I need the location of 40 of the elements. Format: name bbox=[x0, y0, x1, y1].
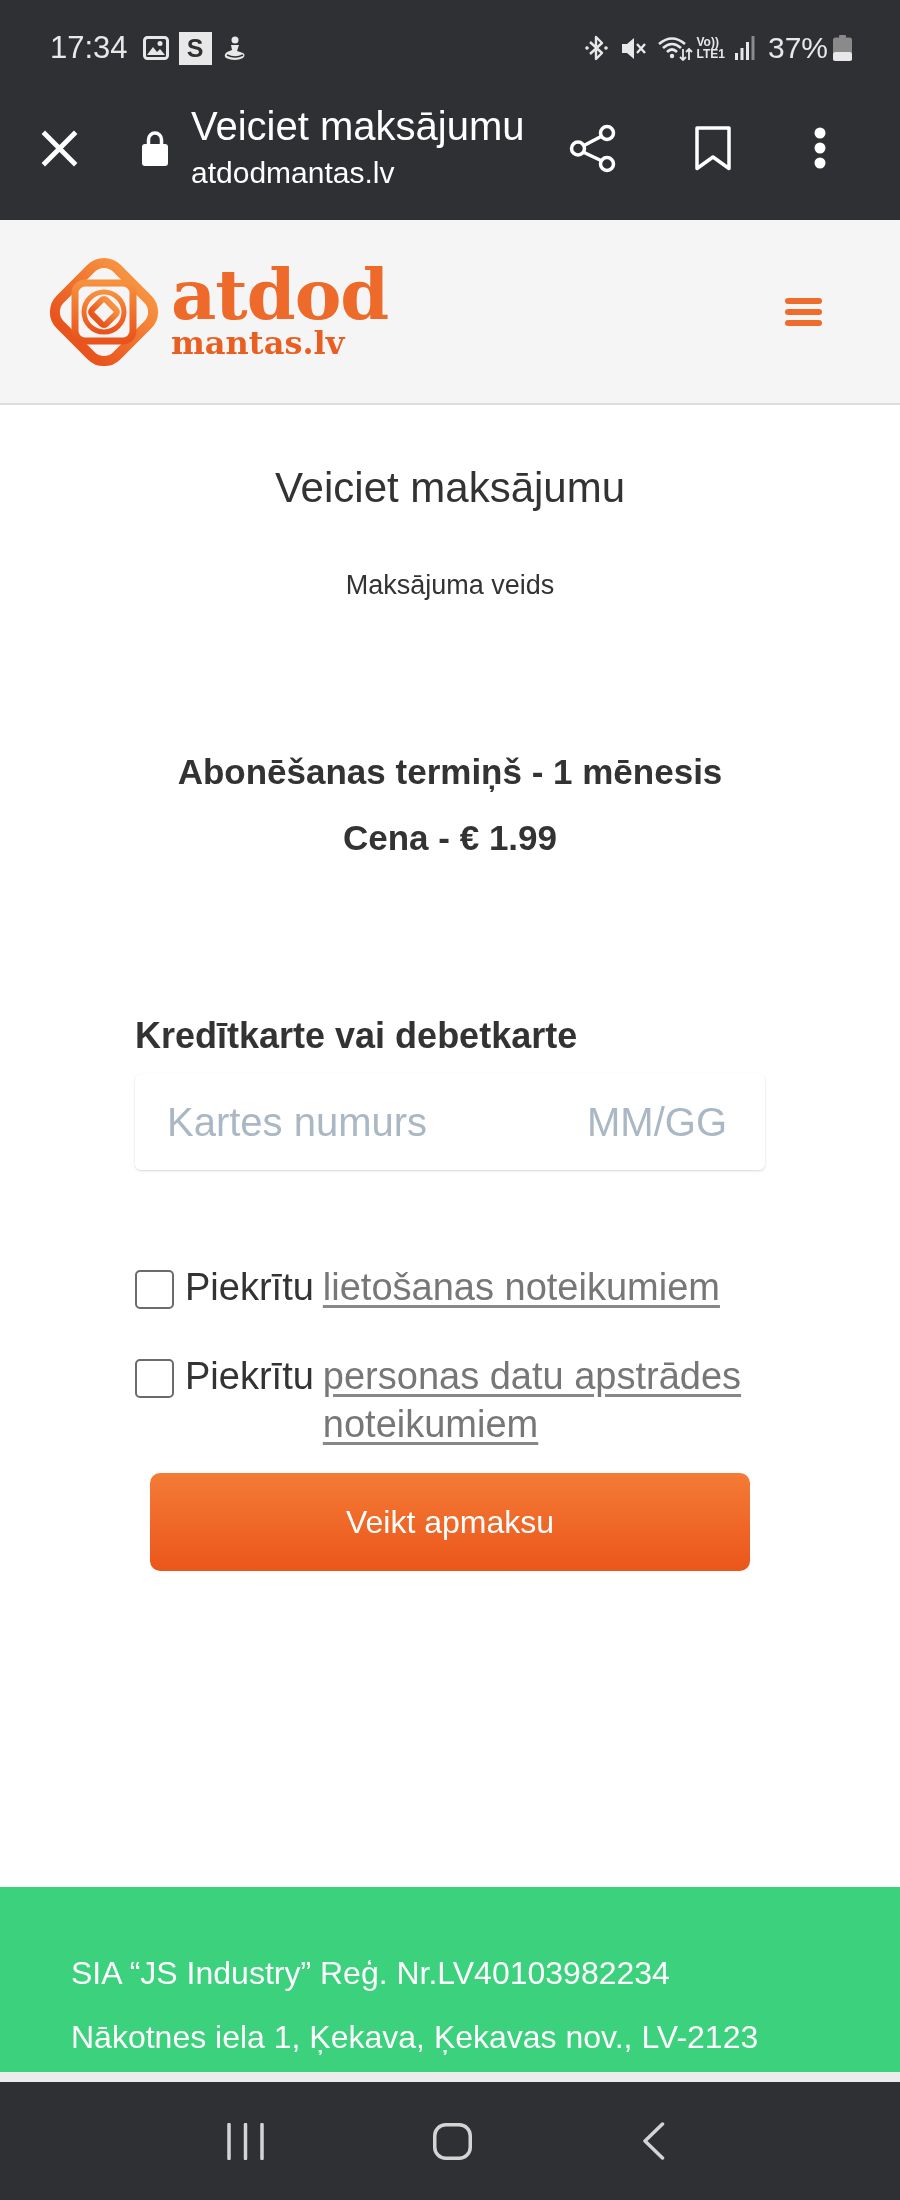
bookmark-icon[interactable] bbox=[695, 125, 731, 171]
checkbox[interactable] bbox=[135, 1270, 174, 1309]
home-icon[interactable] bbox=[433, 2122, 473, 2160]
footer-text: SIA “JS Industry” Reģ. Nr.LV40103982234 bbox=[71, 1954, 670, 1993]
recent-apps-icon[interactable] bbox=[226, 2122, 264, 2160]
page-title: Veiciet maksājumu bbox=[191, 103, 525, 149]
terms-link[interactable]: personas datu apstrādes noteikumiem bbox=[322, 1352, 765, 1448]
footer-text: Nākotnes iela 1, Ķekava, Ķekavas nov., LV-2123 bbox=[71, 2018, 759, 2057]
more-icon[interactable] bbox=[813, 127, 827, 169]
bluetooth-icon bbox=[584, 35, 608, 61]
back-icon[interactable] bbox=[642, 2122, 666, 2160]
image-icon bbox=[142, 36, 169, 60]
payment-method-label: Maksājuma veids bbox=[345, 570, 555, 600]
close-icon[interactable] bbox=[41, 129, 78, 167]
terms-link[interactable]: lietošanas noteikumiem bbox=[322, 1263, 720, 1311]
page-heading: Veiciet maksājumu bbox=[274, 464, 626, 512]
page-url[interactable]: atdodmantas.lv bbox=[191, 153, 395, 193]
pay-button[interactable]: Veikt apmaksu bbox=[150, 1473, 750, 1571]
signal-icon bbox=[734, 36, 755, 60]
lock-icon bbox=[142, 130, 168, 166]
wifi-icon bbox=[656, 35, 693, 61]
clock-time: 17:34 bbox=[50, 30, 128, 66]
checkbox[interactable] bbox=[135, 1359, 174, 1398]
expiry-field[interactable]: MM/GG bbox=[577, 1097, 727, 1147]
battery-icon bbox=[833, 35, 852, 61]
card-heading: Kredītkarte vai debetkarte bbox=[135, 1014, 578, 1058]
network-label: LTE1 bbox=[696, 48, 725, 60]
menu-icon[interactable] bbox=[785, 297, 822, 326]
agreement-text: Piekrītu bbox=[185, 1265, 314, 1310]
network-label: Vo)) bbox=[696, 36, 719, 48]
logo-text[interactable]: atdod bbox=[171, 263, 389, 326]
notification-badge: S bbox=[178, 31, 212, 65]
share-icon[interactable] bbox=[569, 123, 616, 173]
battery-percentage: 37% bbox=[767, 30, 828, 66]
muted-speaker-icon bbox=[620, 35, 646, 61]
price-text: Cena - € 1.99 bbox=[343, 817, 557, 859]
subscription-term: Abonēšanas termiņš - 1 mēnesis bbox=[177, 751, 723, 794]
card-number-field[interactable]: Kartes numurs bbox=[167, 1097, 577, 1147]
agreement-text: Piekrītu bbox=[185, 1354, 314, 1399]
logo-text[interactable]: mantas.lv bbox=[171, 325, 345, 360]
